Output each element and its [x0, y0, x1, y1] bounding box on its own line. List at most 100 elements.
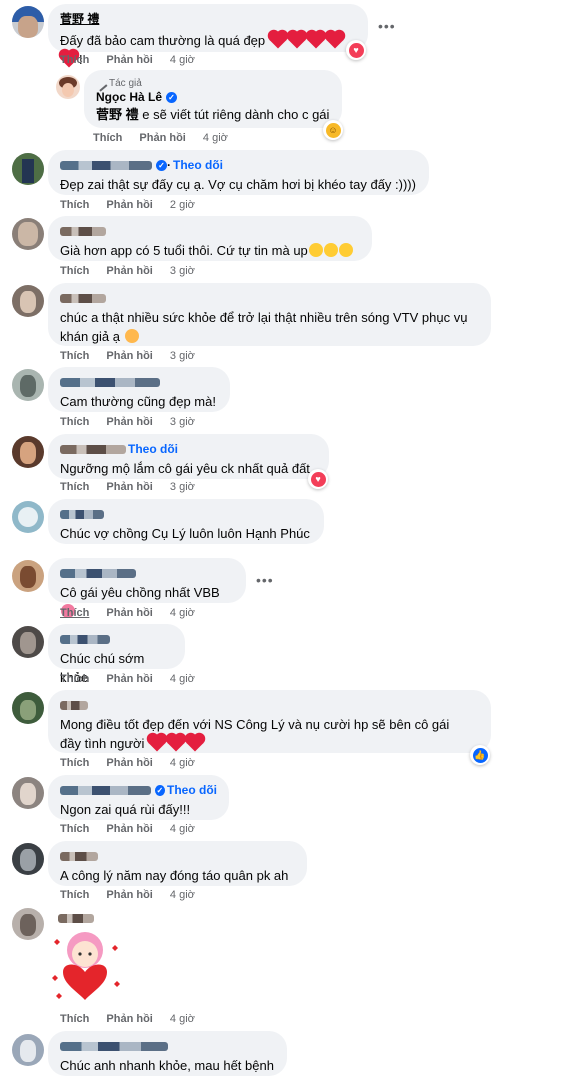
blurred-name[interactable]: [60, 227, 106, 236]
comment-bubble: chúc a thật nhiều sức khỏe để trở lại th…: [48, 283, 491, 346]
blurred-name[interactable]: [60, 852, 98, 861]
blurred-name[interactable]: [60, 1042, 168, 1051]
reply-button[interactable]: Phản hồi: [106, 350, 152, 362]
more-options-icon[interactable]: •••: [378, 18, 396, 34]
commenter-name[interactable]: [60, 224, 360, 239]
reply-button[interactable]: Phản hồi: [106, 481, 152, 493]
blurred-name[interactable]: [60, 635, 110, 644]
like-button[interactable]: Thích: [60, 481, 89, 493]
like-button[interactable]: Thích: [60, 350, 89, 362]
comment-time: 4 giờ: [202, 132, 228, 144]
avatar[interactable]: [12, 692, 44, 724]
reply-button[interactable]: Phản hồi: [106, 607, 152, 619]
mention-tag[interactable]: 菅野 禮: [96, 107, 139, 122]
comment-time: 4 giờ: [169, 1013, 195, 1025]
love-reaction-icon[interactable]: ♥: [308, 469, 328, 489]
haha-reaction-icon[interactable]: ☺: [323, 120, 343, 140]
commenter-name[interactable]: ✓ · Theo dõi: [60, 158, 417, 173]
commenter-name[interactable]: Ngọc Hà Lê ✓: [96, 90, 330, 105]
comment-time: 3 giờ: [169, 481, 195, 493]
more-options-icon[interactable]: •••: [256, 572, 274, 588]
follow-button[interactable]: Theo dõi: [173, 158, 223, 173]
verified-badge-icon: ✓: [166, 92, 178, 103]
comment-actions: Thích Phản hồi 4 giờ: [93, 131, 242, 145]
smiling-hearts-emoji-icon: [124, 329, 139, 343]
reply-button[interactable]: Phản hồi: [106, 757, 152, 769]
blurred-name[interactable]: [60, 378, 160, 387]
comment-bubble: Già hơn app có 5 tuổi thôi. Cứ tự tin mà…: [48, 216, 372, 261]
comment-bubble: Chúc vợ chồng Cụ Lý luôn luôn Hạnh Phúc: [48, 499, 324, 544]
follow-button[interactable]: Theo dõi: [167, 783, 217, 798]
like-button[interactable]: Thích: [60, 673, 89, 685]
like-button[interactable]: Thích: [60, 265, 89, 277]
like-button[interactable]: Thích: [60, 607, 89, 619]
like-button[interactable]: Thích: [60, 757, 89, 769]
like-button[interactable]: Thích: [93, 132, 122, 144]
avatar[interactable]: [56, 75, 80, 99]
follow-button[interactable]: Theo dõi: [128, 442, 178, 457]
reply-button[interactable]: Phản hồi: [106, 199, 152, 211]
blurred-name[interactable]: [60, 701, 88, 710]
blurred-name[interactable]: [60, 569, 136, 578]
avatar[interactable]: [12, 777, 44, 809]
heart-emoji-icon: [326, 31, 344, 49]
blurred-name[interactable]: [58, 914, 94, 923]
blurred-name[interactable]: [60, 161, 152, 170]
like-button[interactable]: Thích: [60, 199, 89, 211]
reply-button[interactable]: Phản hồi: [106, 889, 152, 901]
comment-text: Già hơn app có 5 tuổi thôi. Cứ tự tin mà…: [60, 241, 360, 260]
reply-button[interactable]: Phản hồi: [106, 1013, 152, 1025]
blurred-name[interactable]: [60, 786, 151, 795]
comment-text-body: đầy tình người: [60, 736, 145, 751]
commenter-name[interactable]: Theo dõi: [60, 442, 317, 457]
love-reaction-icon[interactable]: ♥: [346, 40, 366, 60]
reply-button[interactable]: Phản hồi: [106, 673, 152, 685]
avatar[interactable]: [12, 6, 44, 38]
avatar[interactable]: [12, 560, 44, 592]
like-reaction-icon[interactable]: 👍: [470, 745, 490, 765]
comment-bubble: Tác giả Ngọc Hà Lê ✓ 菅野 禮 e sẽ viết tút r…: [84, 70, 342, 128]
commenter-name[interactable]: [60, 632, 173, 647]
avatar[interactable]: [12, 218, 44, 250]
commenter-name[interactable]: [60, 566, 234, 581]
like-button[interactable]: Thích: [60, 54, 89, 66]
commenter-name[interactable]: [60, 291, 479, 306]
reply-button[interactable]: Phản hồi: [106, 54, 152, 66]
avatar[interactable]: [12, 501, 44, 533]
avatar[interactable]: [12, 285, 44, 317]
comment-bubble: 菅野 禮 Đấy đã bảo cam thường là quá đẹp !: [48, 4, 368, 68]
commenter-name[interactable]: [58, 911, 94, 926]
like-button[interactable]: Thích: [60, 823, 89, 835]
reply-button[interactable]: Phản hồi: [106, 416, 152, 428]
sticker-image: [52, 932, 120, 1000]
commenter-name[interactable]: [60, 1039, 275, 1054]
comment-text-line: đầy tình người: [60, 734, 479, 753]
avatar[interactable]: [12, 153, 44, 185]
reply-button[interactable]: Phản hồi: [106, 823, 152, 835]
commenter-name[interactable]: [60, 849, 295, 864]
reply-button[interactable]: Phản hồi: [139, 132, 185, 144]
avatar[interactable]: [12, 436, 44, 468]
commenter-name[interactable]: [60, 507, 312, 522]
commenter-name[interactable]: 菅野 禮: [60, 12, 356, 27]
like-button[interactable]: Thích: [60, 889, 89, 901]
reply-button[interactable]: Phản hồi: [106, 265, 152, 277]
avatar[interactable]: [12, 1034, 44, 1066]
blurred-name[interactable]: [60, 445, 126, 454]
avatar[interactable]: [12, 843, 44, 875]
commenter-name[interactable]: [60, 698, 479, 713]
avatar[interactable]: [12, 626, 44, 658]
avatar[interactable]: [12, 908, 44, 940]
comment-actions: Thích Phản hồi 4 giờ: [60, 606, 209, 620]
heart-hug-sticker: [48, 928, 122, 1004]
blurred-name[interactable]: [60, 294, 106, 303]
commenter-name-text[interactable]: Ngọc Hà Lê: [96, 90, 162, 105]
avatar[interactable]: [12, 369, 44, 401]
commenter-name[interactable]: ✓ Theo dõi: [60, 783, 217, 798]
like-button[interactable]: Thích: [60, 1013, 89, 1025]
verified-badge-icon: ✓: [156, 160, 167, 171]
commenter-name[interactable]: [60, 375, 218, 390]
like-button[interactable]: Thích: [60, 416, 89, 428]
blurred-name[interactable]: [60, 510, 104, 519]
author-tag-label: Tác giả: [109, 78, 142, 89]
